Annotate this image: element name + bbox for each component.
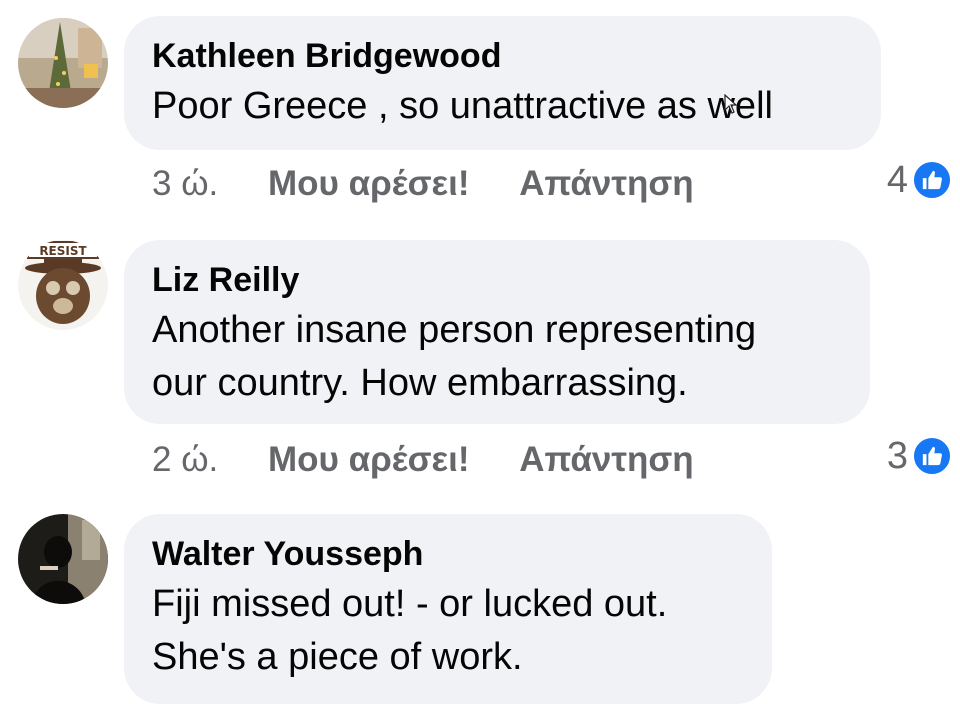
avatar[interactable]	[18, 514, 108, 604]
comment-text-line: She's a piece of work.	[152, 636, 523, 678]
comment-text-line: Another insane person representing	[152, 309, 757, 351]
reaction-summary[interactable]: 3	[886, 434, 952, 477]
comment-timestamp[interactable]: 3 ώ.	[152, 164, 218, 204]
avatar-resist-text: RESIST	[39, 244, 87, 258]
comment-author[interactable]: Kathleen Bridgewood	[152, 36, 853, 76]
reply-button[interactable]: Απάντηση	[519, 440, 693, 480]
comment-actions: 2 ώ. Μου αρέσει! Απάντηση	[152, 438, 694, 480]
comment-author[interactable]: Liz Reilly	[152, 260, 842, 300]
avatar[interactable]: RESIST	[18, 240, 108, 330]
comment-text-line: Fiji missed out! - or lucked out.	[152, 583, 668, 625]
reaction-count: 4	[886, 158, 908, 201]
resist-bear-avatar: RESIST	[18, 240, 108, 330]
reaction-summary[interactable]: 4	[886, 158, 952, 201]
thumbs-up-icon	[912, 160, 952, 200]
reaction-count: 3	[886, 434, 908, 477]
like-button[interactable]: Μου αρέσει!	[268, 440, 470, 480]
cursor-icon	[724, 94, 738, 114]
silhouette-photo-avatar	[18, 514, 108, 604]
comment-bubble: Walter Yousseph Fiji missed out! - or lu…	[124, 514, 772, 704]
comment-text-line: our country. How embarrassing.	[152, 362, 688, 404]
comment-actions: 3 ώ. Μου αρέσει! Απάντηση	[152, 162, 694, 204]
comment-author[interactable]: Walter Yousseph	[152, 534, 744, 574]
like-button[interactable]: Μου αρέσει!	[268, 164, 470, 204]
avatar[interactable]	[18, 18, 108, 108]
comment-bubble: Liz Reilly Another insane person represe…	[124, 240, 870, 424]
comment-text: Poor Greece , so unattractive as well	[152, 85, 773, 127]
thumbs-up-icon	[912, 436, 952, 476]
reply-button[interactable]: Απάντηση	[519, 164, 693, 204]
comment-bubble: Kathleen Bridgewood Poor Greece , so una…	[124, 16, 881, 150]
comment-timestamp[interactable]: 2 ώ.	[152, 440, 218, 480]
christmas-tree-photo-avatar	[18, 18, 108, 108]
